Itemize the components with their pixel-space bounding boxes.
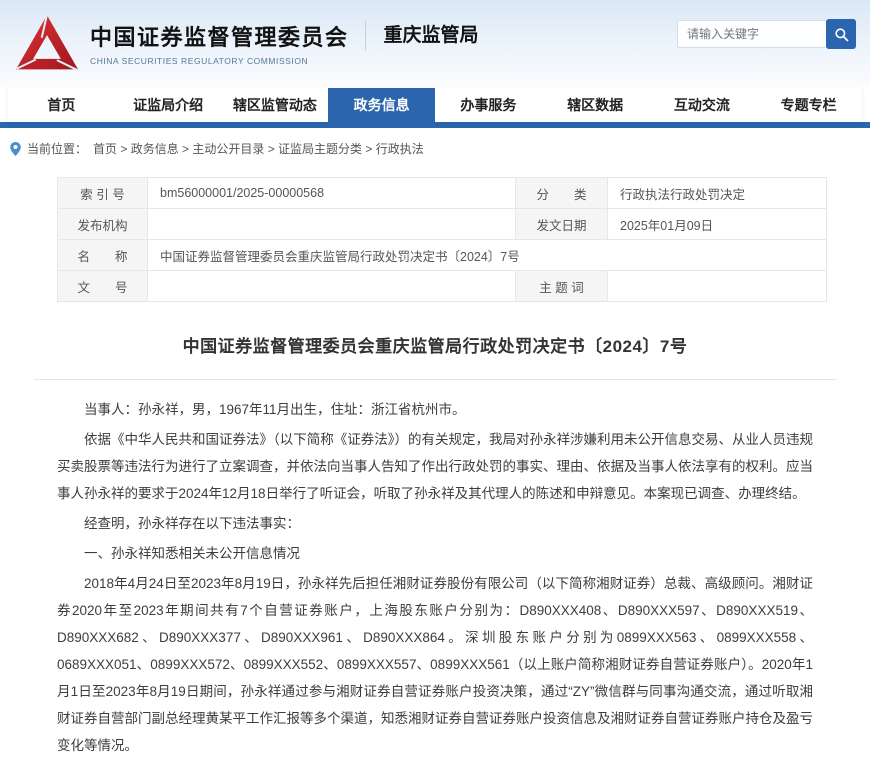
publisher-value bbox=[148, 209, 516, 240]
nav-item-regulatory-news[interactable]: 辖区监管动态 bbox=[222, 88, 329, 122]
main-nav: 首页 证监局介绍 辖区监管动态 政务信息 办事服务 辖区数据 互动交流 专题专栏 bbox=[0, 88, 870, 128]
nav-item-interaction[interactable]: 互动交流 bbox=[649, 88, 756, 122]
category-value: 行政执法行政处罚决定 bbox=[608, 178, 827, 209]
table-row: 文 号 主 题 词 bbox=[58, 271, 827, 302]
table-row: 发布机构 发文日期 2025年01月09日 bbox=[58, 209, 827, 240]
nav-item-special-columns[interactable]: 专题专栏 bbox=[755, 88, 862, 122]
index-number-label: 索 引 号 bbox=[58, 178, 148, 209]
org-name-en: CHINA SECURITIES REGULATORY COMMISSION bbox=[90, 56, 349, 66]
title-divider bbox=[34, 379, 836, 380]
csrc-logo[interactable] bbox=[14, 12, 80, 74]
doc-name-label: 名 称 bbox=[58, 240, 148, 271]
index-number-value: bm56000001/2025-00000568 bbox=[148, 178, 516, 209]
nav-item-gov-info[interactable]: 政务信息 bbox=[328, 88, 435, 128]
nav-item-district-data[interactable]: 辖区数据 bbox=[542, 88, 649, 122]
category-label: 分 类 bbox=[516, 178, 608, 209]
table-row: 名 称 中国证券监督管理委员会重庆监管局行政处罚决定书〔2024〕7号 bbox=[58, 240, 827, 271]
org-name-cn: 中国证券监督管理委员会 bbox=[90, 20, 349, 52]
site-header: 中国证券监督管理委员会 CHINA SECURITIES REGULATORY … bbox=[0, 0, 870, 86]
nav-item-services[interactable]: 办事服务 bbox=[435, 88, 542, 122]
subject-word-value bbox=[608, 271, 827, 302]
article-paragraph: 依据《中华人民共和国证券法》（以下简称《证券法》）的有关规定，我局对孙永祥涉嫌利… bbox=[57, 426, 813, 507]
content-area: 索 引 号 bm56000001/2025-00000568 分 类 行政执法行… bbox=[0, 177, 870, 759]
breadcrumb-prefix: 当前位置： bbox=[27, 140, 87, 157]
nav-item-bureau-intro[interactable]: 证监局介绍 bbox=[115, 88, 222, 122]
csrc-logo-icon bbox=[14, 12, 80, 74]
nav-underline-bar bbox=[0, 122, 870, 128]
search-input[interactable] bbox=[677, 20, 827, 48]
table-row: 索 引 号 bm56000001/2025-00000568 分 类 行政执法行… bbox=[58, 178, 827, 209]
breadcrumb-path[interactable]: 首页 > 政务信息 > 主动公开目录 > 证监局主题分类 > 行政执法 bbox=[93, 140, 424, 157]
search-button[interactable] bbox=[826, 19, 856, 49]
pub-date-value: 2025年01月09日 bbox=[608, 209, 827, 240]
search-area bbox=[677, 19, 856, 49]
article-paragraph: 一、孙永祥知悉相关未公开信息情况 bbox=[57, 540, 813, 567]
location-pin-icon bbox=[10, 142, 21, 156]
org-title-block: 中国证券监督管理委员会 CHINA SECURITIES REGULATORY … bbox=[90, 20, 365, 66]
article-paragraph: 2018年4月24日至2023年8月19日，孙永祥先后担任湘财证券股份有限公司（… bbox=[57, 570, 813, 759]
publisher-label: 发布机构 bbox=[58, 209, 148, 240]
doc-number-value bbox=[148, 271, 516, 302]
article-paragraph: 经查明，孙永祥存在以下违法事实： bbox=[57, 510, 813, 537]
pub-date-label: 发文日期 bbox=[516, 209, 608, 240]
page-title: 中国证券监督管理委员会重庆监管局行政处罚决定书〔2024〕7号 bbox=[42, 332, 828, 357]
branch-name: 重庆监管局 bbox=[365, 21, 479, 51]
subject-word-label: 主 题 词 bbox=[516, 271, 608, 302]
article-paragraph: 当事人：孙永祥，男，1967年11月出生，住址：浙江省杭州市。 bbox=[57, 396, 813, 423]
article-body: 当事人：孙永祥，男，1967年11月出生，住址：浙江省杭州市。 依据《中华人民共… bbox=[42, 396, 828, 759]
search-icon bbox=[834, 27, 849, 42]
breadcrumb: 当前位置： 首页 > 政务信息 > 主动公开目录 > 证监局主题分类 > 行政执… bbox=[0, 128, 870, 163]
document-meta-table: 索 引 号 bm56000001/2025-00000568 分 类 行政执法行… bbox=[57, 177, 827, 302]
doc-name-value: 中国证券监督管理委员会重庆监管局行政处罚决定书〔2024〕7号 bbox=[148, 240, 827, 271]
doc-number-label: 文 号 bbox=[58, 271, 148, 302]
nav-item-home[interactable]: 首页 bbox=[8, 88, 115, 122]
